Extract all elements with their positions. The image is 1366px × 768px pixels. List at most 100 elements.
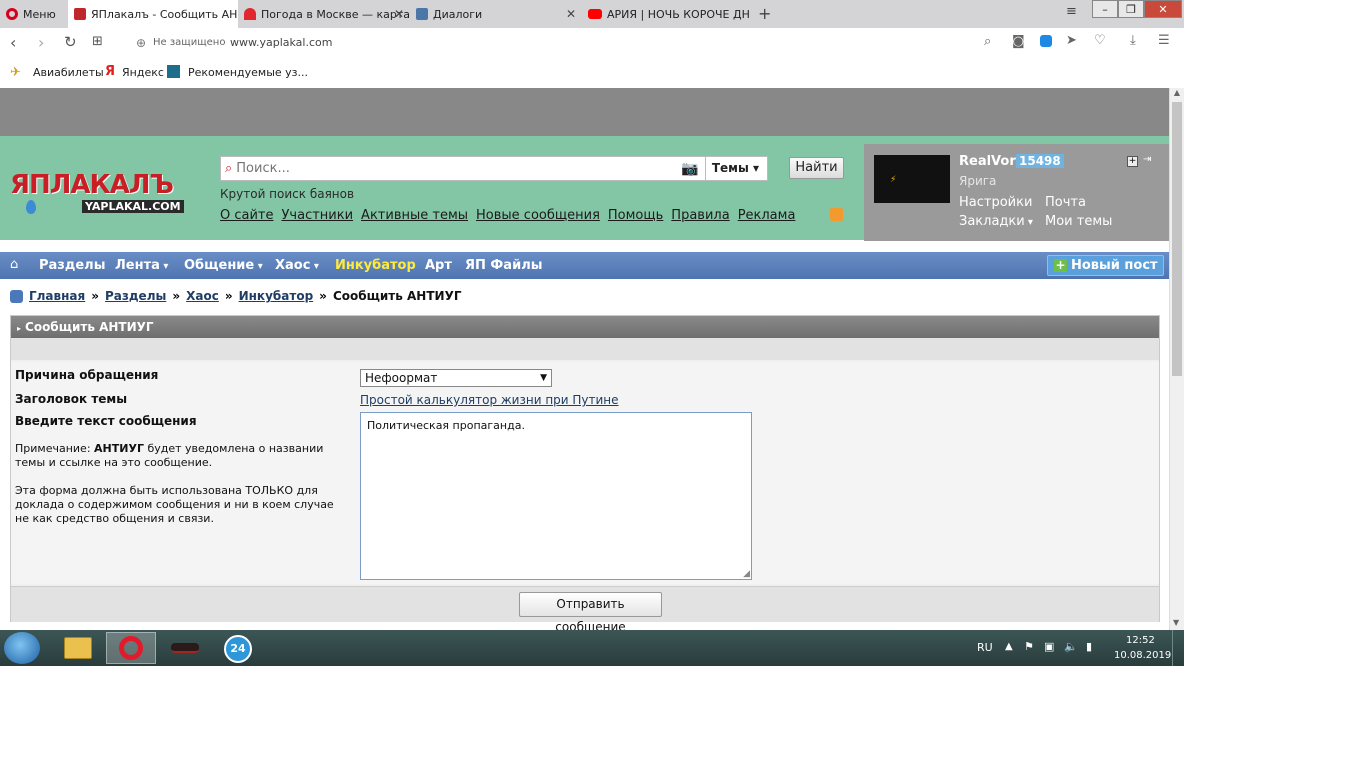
crumb-home[interactable]: Главная	[29, 289, 85, 303]
tab-close-icon[interactable]: ✕	[394, 7, 404, 21]
link-new-messages[interactable]: Новые сообщения	[476, 208, 600, 223]
yaplakal-favicon-icon	[74, 8, 86, 20]
menu-chaos[interactable]: Хаос	[275, 258, 319, 273]
opera-menu-button[interactable]: Меню	[0, 0, 68, 28]
link-members[interactable]: Участники	[282, 208, 354, 223]
download-icon[interactable]: ⤓	[1130, 33, 1136, 48]
rss-icon[interactable]	[830, 208, 843, 221]
forward-icon[interactable]: ›	[38, 33, 44, 52]
weather-favicon-icon	[244, 8, 256, 20]
tab-yaplakal[interactable]: ЯПлакалъ - Сообщить АН	[68, 0, 238, 28]
crumb-current: Сообщить АНТИУГ	[332, 289, 462, 303]
camera-icon[interactable]: 📷	[681, 161, 698, 177]
crumb-separator: »	[91, 289, 99, 303]
speaker-icon[interactable]: 🔈	[1064, 640, 1078, 653]
row-message: Введите текст сообщения Примечание: АНТИ…	[11, 410, 1159, 584]
tab-youtube[interactable]: АРИЯ | НОЧЬ КОРОЧЕ ДН	[582, 0, 754, 28]
user-status: Ярига	[959, 174, 997, 188]
menu-communication[interactable]: Общение	[184, 258, 263, 273]
opera-taskbar-button[interactable]	[106, 632, 156, 664]
show-desktop-button[interactable]	[1172, 630, 1184, 666]
scroll-down-icon[interactable]: ▼	[1173, 618, 1179, 627]
link-my-topics[interactable]: Мои темы	[1045, 214, 1112, 229]
page-scrollbar[interactable]: ▲ ▼	[1169, 88, 1184, 630]
crumb-incubator[interactable]: Инкубатор	[239, 289, 314, 303]
link-ads[interactable]: Реклама	[738, 208, 796, 223]
app-24-icon[interactable]: 24	[224, 635, 252, 663]
link-mail[interactable]: Почта	[1045, 195, 1086, 210]
search-input[interactable]	[236, 158, 682, 179]
add-icon[interactable]: +	[1127, 156, 1138, 167]
tiles-icon[interactable]: ⊞	[92, 34, 103, 49]
form-title: Сообщить АНТИУГ	[25, 320, 154, 334]
url-field[interactable]: www.yaplakal.com	[230, 36, 332, 49]
link-bookmarks[interactable]: Закладки	[959, 214, 1033, 229]
new-tab-icon[interactable]: +	[758, 4, 771, 23]
tab-close-icon[interactable]: ✕	[566, 7, 576, 21]
crumb-chaos[interactable]: Хаос	[186, 289, 219, 303]
top-banner-area	[0, 88, 1169, 136]
tab-menu-icon[interactable]: ≡	[1066, 4, 1077, 19]
link-about[interactable]: О сайте	[220, 208, 274, 223]
site-header: ЯПЛАКАЛЪ YAPLAKAL.COM ⌕ 📷 Темы ▾ Найти К…	[0, 136, 1169, 241]
bookmark-recommended[interactable]: Рекомендуемые уз...	[188, 66, 308, 79]
search-icon[interactable]: ⌕	[984, 34, 991, 49]
flag-icon[interactable]: ⚑	[1024, 640, 1034, 653]
start-button[interactable]	[4, 632, 40, 664]
explorer-taskbar-button[interactable]	[56, 632, 100, 664]
new-post-button[interactable]: + Новый пост	[1047, 255, 1164, 276]
tab-dialogs[interactable]: Диалоги ✕	[410, 0, 582, 28]
folder-icon	[64, 637, 92, 659]
bookmark-yandex[interactable]: Яндекс	[122, 66, 164, 79]
minimize-button[interactable]: –	[1092, 0, 1118, 18]
tab-weather[interactable]: Погода в Москве — карта ✕	[238, 0, 410, 28]
home-icon[interactable]: ⌂	[10, 257, 18, 272]
link-active-topics[interactable]: Активные темы	[361, 208, 468, 223]
logout-icon[interactable]: ⇥	[1143, 154, 1151, 165]
vpn-shield-icon[interactable]	[1040, 35, 1052, 47]
resize-handle-icon[interactable]: ◢	[743, 569, 750, 579]
clock-date[interactable]: 10.08.2019	[1114, 650, 1171, 661]
menu-art[interactable]: Арт	[425, 258, 452, 273]
link-rules[interactable]: Правила	[671, 208, 729, 223]
menu-files[interactable]: ЯП Файлы	[465, 258, 542, 273]
menu-feed[interactable]: Лента	[115, 258, 168, 273]
message-textarea[interactable]: Политическая пропаганда. ◢	[360, 412, 752, 580]
tray-arrow-icon[interactable]: ▲	[1005, 641, 1013, 652]
scroll-thumb[interactable]	[1172, 102, 1182, 376]
scroll-up-icon[interactable]: ▲	[1170, 88, 1184, 97]
form-title-bar: ▸ Сообщить АНТИУГ	[11, 316, 1159, 338]
security-label[interactable]: Не защищено	[153, 37, 225, 48]
device-icon[interactable]: ▣	[1044, 640, 1054, 653]
tear-drop-icon	[26, 200, 36, 214]
language-indicator[interactable]: RU	[977, 641, 993, 654]
reason-select[interactable]: Нефоормат ▼	[360, 369, 552, 387]
clock-time[interactable]: 12:52	[1126, 635, 1155, 646]
search-button[interactable]: Найти	[789, 157, 844, 179]
link-help[interactable]: Помощь	[608, 208, 663, 223]
user-name[interactable]: RealVor	[959, 154, 1016, 169]
crumb-sections[interactable]: Разделы	[105, 289, 166, 303]
link-settings[interactable]: Настройки	[959, 195, 1032, 210]
submit-button[interactable]: Отправить сообщение	[519, 592, 662, 630]
app-taskbar-button[interactable]	[160, 632, 210, 664]
reload-icon[interactable]: ↻	[64, 33, 77, 51]
network-icon[interactable]: ▮	[1086, 640, 1092, 653]
logo-subtext: YAPLAKAL.COM	[82, 200, 184, 213]
bookmark-flights[interactable]: Авиабилеты	[33, 66, 104, 79]
topic-link[interactable]: Простой калькулятор жизни при Путине	[360, 393, 619, 407]
report-form: ▸ Сообщить АНТИУГ Причина обращения Нефоо…	[10, 315, 1160, 630]
avatar[interactable]: ⚡	[874, 155, 950, 203]
close-window-button[interactable]: ✕	[1144, 0, 1182, 18]
back-icon[interactable]: ‹	[10, 33, 16, 52]
settings-sliders-icon[interactable]: ☰	[1158, 33, 1170, 48]
search-scope-select[interactable]: Темы ▾	[704, 157, 767, 180]
maximize-button[interactable]: ❐	[1118, 0, 1144, 18]
site-logo[interactable]: ЯПЛАКАЛЪ YAPLAKAL.COM	[10, 170, 200, 220]
menu-incubator[interactable]: Инкубатор	[335, 258, 416, 273]
snapshot-icon[interactable]: ◙	[1012, 34, 1025, 49]
heart-icon[interactable]: ♡	[1094, 33, 1106, 48]
menu-sections[interactable]: Разделы	[39, 258, 105, 273]
send-icon[interactable]: ➤	[1066, 33, 1077, 48]
logo-text: ЯПЛАКАЛЪ	[10, 170, 174, 200]
